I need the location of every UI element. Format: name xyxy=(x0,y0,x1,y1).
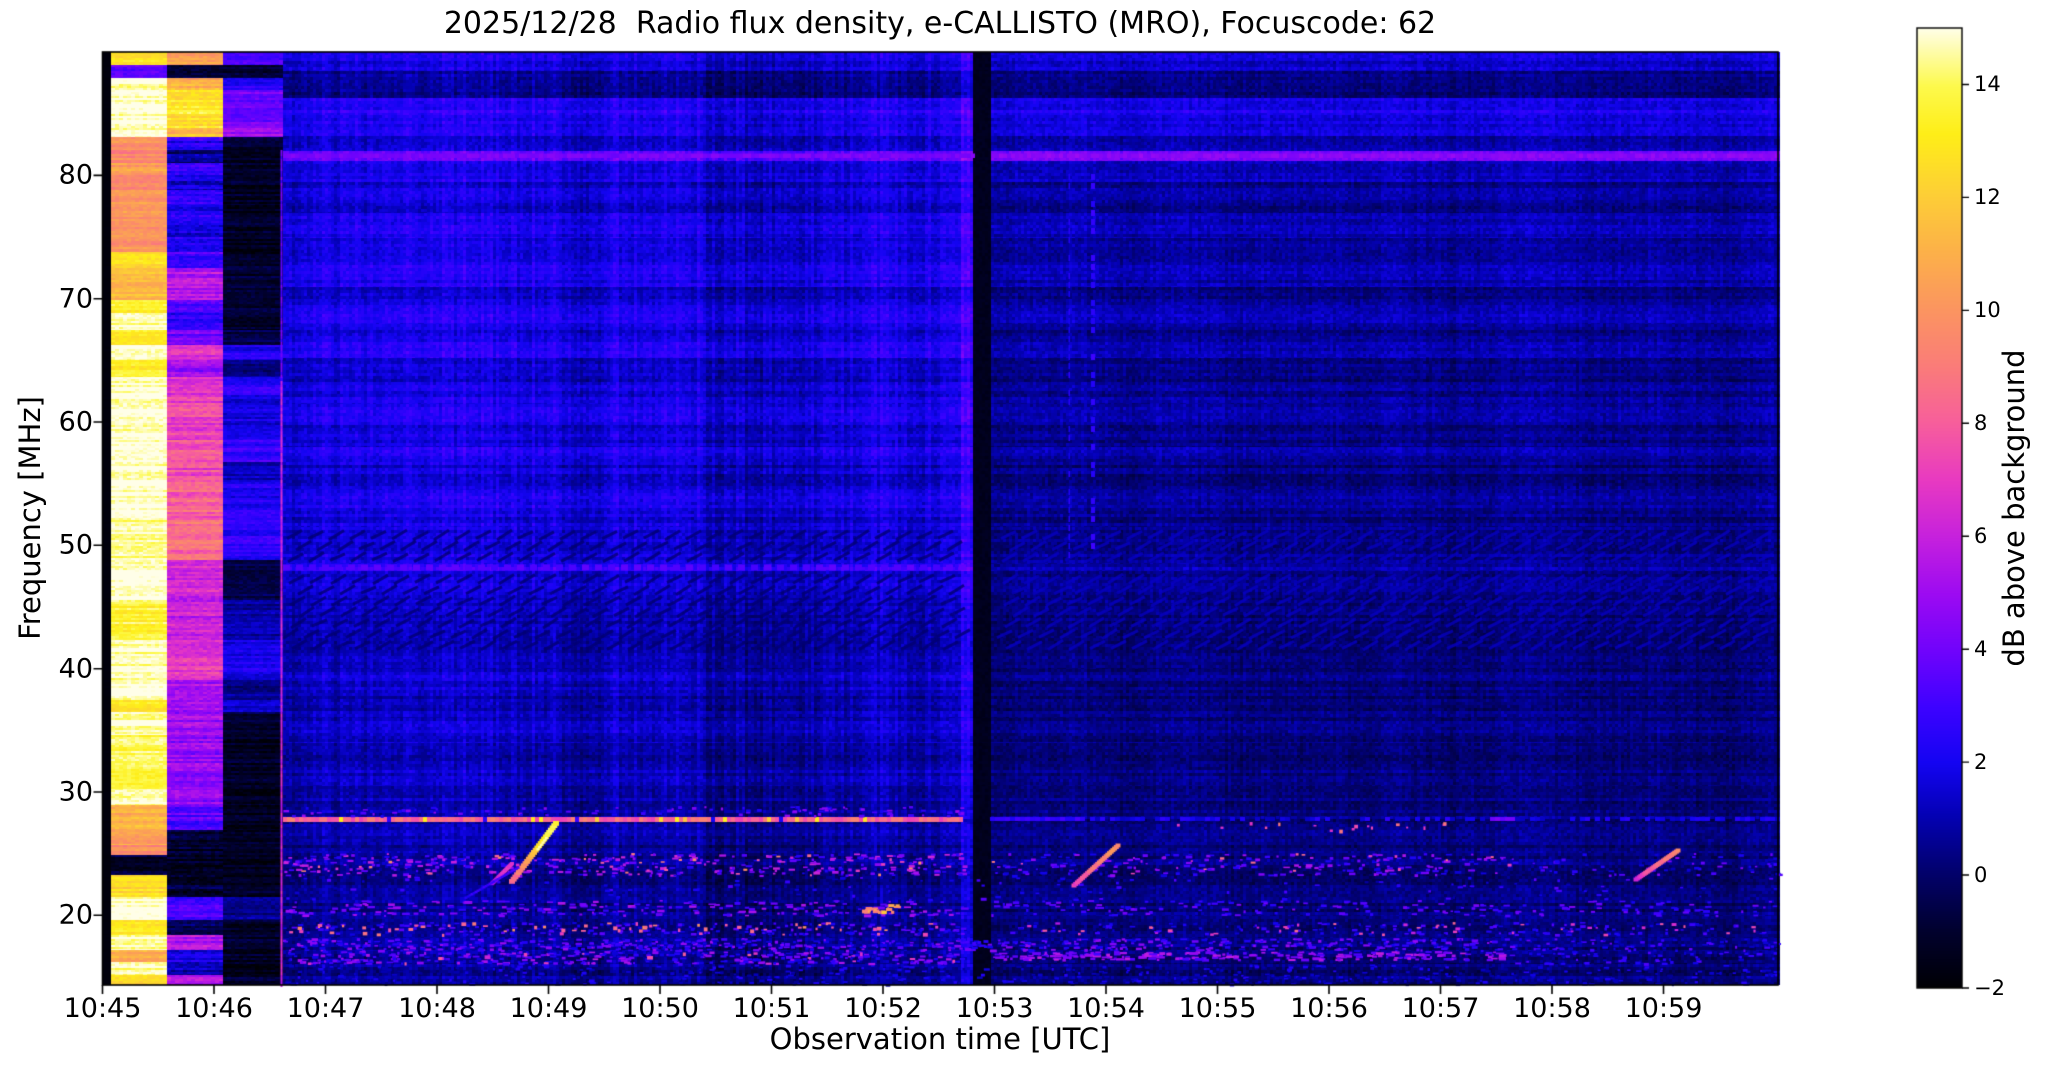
colorbar-tick-label: 10 xyxy=(1974,298,2001,323)
x-tick-label: 10:52 xyxy=(844,993,922,1024)
x-axis-label: Observation time [UTC] xyxy=(769,1022,1111,1056)
x-tick-label: 10:56 xyxy=(1290,993,1368,1024)
x-tick-label: 10:51 xyxy=(732,993,811,1024)
colorbar-tick-label: 4 xyxy=(1974,637,1988,662)
x-tick-label: 10:55 xyxy=(1178,993,1257,1024)
spectrogram-canvas xyxy=(0,0,2047,1067)
colorbar-tick-label: 12 xyxy=(1974,185,2001,210)
x-tick-label: 10:47 xyxy=(286,993,365,1024)
x-tick-label: 10:59 xyxy=(1624,993,1703,1024)
y-tick-label: 40 xyxy=(58,653,93,685)
chart-title: 2025/12/28 Radio flux density, e-CALLIST… xyxy=(443,6,1437,41)
x-tick-label: 10:49 xyxy=(509,993,588,1024)
x-tick-label: 10:48 xyxy=(398,993,476,1024)
x-tick-label: 10:46 xyxy=(175,993,253,1024)
y-tick-label: 60 xyxy=(58,406,93,438)
y-tick-label: 50 xyxy=(58,529,93,561)
x-tick-label: 10:50 xyxy=(621,993,699,1024)
y-tick-label: 30 xyxy=(58,776,93,808)
colorbar-tick-label: 6 xyxy=(1974,524,1988,549)
y-axis-label: Frequency [MHz] xyxy=(13,396,47,640)
y-tick-label: 80 xyxy=(58,159,93,191)
y-tick-label: 70 xyxy=(58,283,93,315)
colorbar-tick-label: 14 xyxy=(1974,72,2001,97)
colorbar-tick-label: 0 xyxy=(1974,863,1988,888)
colorbar-tick-label: 8 xyxy=(1974,411,1988,436)
colorbar-tick-label: 2 xyxy=(1974,750,1988,775)
y-tick-label: 20 xyxy=(58,899,93,931)
x-tick-label: 10:45 xyxy=(63,993,142,1024)
x-tick-label: 10:53 xyxy=(955,993,1034,1024)
x-tick-label: 10:54 xyxy=(1067,993,1145,1024)
colorbar-label: dB above background xyxy=(1997,349,2031,667)
x-tick-label: 10:58 xyxy=(1513,993,1591,1024)
x-tick-label: 10:57 xyxy=(1401,993,1480,1024)
spectrogram-figure: 2025/12/28 Radio flux density, e-CALLIST… xyxy=(0,0,2047,1067)
colorbar-tick-label: −2 xyxy=(1974,976,2005,1000)
